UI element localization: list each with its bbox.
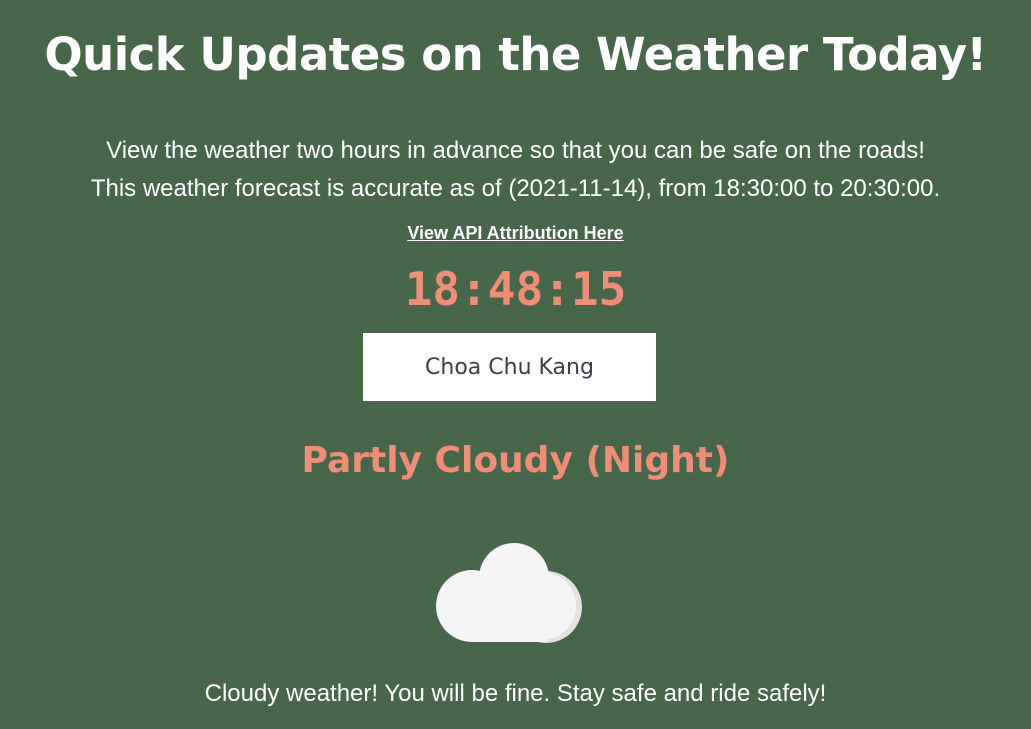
weather-advice: Cloudy weather! You will be fine. Stay s… (204, 680, 827, 707)
location-select-value: Choa Chu Kang (425, 354, 594, 380)
clock-display: 18:48:15 (404, 262, 627, 316)
subtitle-line-2: This weather forecast is accurate as of … (90, 175, 941, 202)
api-attribution-link[interactable]: View API Attribution Here (0, 223, 1031, 244)
subtitle-line-1: View the weather two hours in advance so… (106, 137, 925, 164)
cloud-icon (436, 543, 582, 643)
weather-condition: Partly Cloudy (Night) (301, 440, 730, 481)
page-title: Quick Updates on the Weather Today! (44, 28, 987, 81)
location-select[interactable]: Choa Chu Kang (363, 333, 656, 401)
